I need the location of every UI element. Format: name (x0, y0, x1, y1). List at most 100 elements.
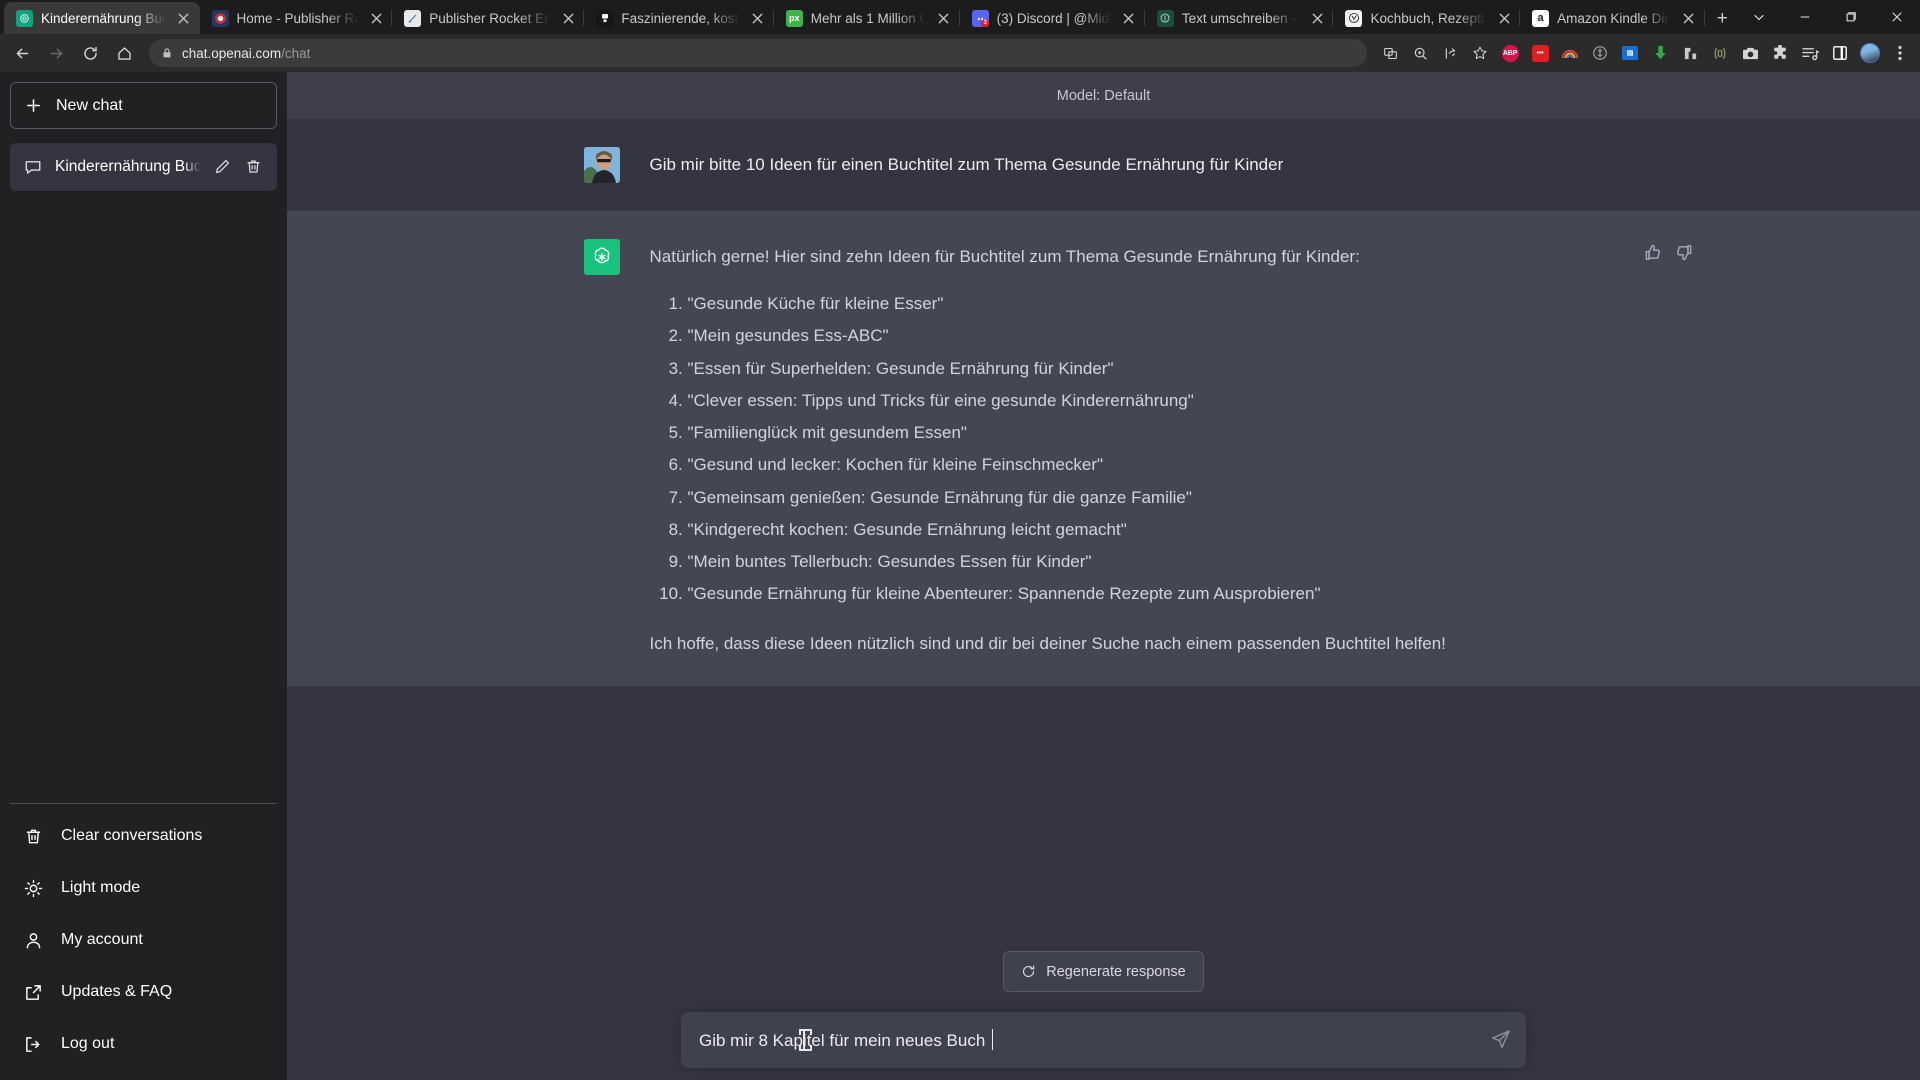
trash-icon[interactable] (245, 158, 263, 176)
chevron-down-icon[interactable] (1736, 0, 1782, 34)
share-icon[interactable] (1436, 39, 1464, 67)
thumbs-down-icon[interactable] (1674, 243, 1694, 263)
sidebar-item-label: Clear conversations (61, 827, 203, 844)
sidebar: New chat Kinderernährung Buchti (0, 72, 287, 1080)
trash-icon (24, 827, 43, 846)
bookmark-star-icon[interactable] (1466, 39, 1494, 67)
red-dots-extension[interactable]: ••• (1526, 39, 1554, 67)
browser-tab-8[interactable]: a Amazon Kindle Direct (1520, 2, 1705, 34)
browser-tab-1[interactable]: Home - Publisher Rock (200, 2, 393, 34)
maximize-icon[interactable] (1828, 0, 1874, 34)
new-tab-button[interactable]: + (1709, 4, 1736, 34)
chatgpt-logo-avatar (583, 239, 620, 275)
publisher-rocket-icon (211, 9, 229, 27)
close-icon[interactable] (1307, 8, 1327, 28)
collections-icon[interactable] (1796, 39, 1824, 67)
regenerate-response-button[interactable]: Regenerate response (1003, 951, 1204, 992)
compass-extension[interactable] (1586, 39, 1614, 67)
forward-icon[interactable] (40, 37, 72, 69)
tab-title: (3) Discord | @Midjou (996, 10, 1111, 26)
browser-tab-3[interactable]: Faszinierende, kostenl (584, 2, 775, 34)
sidebar-item-my-account[interactable]: My account (10, 914, 277, 966)
message-input-text[interactable]: Gib mir 8 Kapitel für mein neues Buch (699, 1029, 994, 1051)
close-window-icon[interactable] (1874, 0, 1920, 34)
rainbow-extension[interactable] (1556, 39, 1584, 67)
tab-title: Kinderernährung Buchti (41, 10, 166, 26)
assistant-message-body: Natürlich gerne! Hier sind zehn Ideen fü… (650, 239, 1624, 658)
browser-tab-6[interactable]: Text umschreiben - Be (1145, 2, 1334, 34)
input-value: Gib mir 8 Kapitel für mein neues Buch (699, 1031, 991, 1050)
list-item: "Essen für Superhelden: Gesunde Ernährun… (688, 354, 1624, 383)
close-icon[interactable] (1679, 8, 1699, 28)
adblock-plus-extension[interactable]: ABP (1496, 39, 1524, 67)
site-information-icon[interactable] (161, 47, 173, 59)
close-icon[interactable] (174, 8, 194, 28)
close-icon[interactable] (934, 8, 954, 28)
close-icon[interactable] (558, 8, 578, 28)
close-icon[interactable] (748, 8, 768, 28)
browser-tabstrip: Kinderernährung Buchti Home - Publisher … (0, 0, 1920, 34)
list-item: "Mein buntes Tellerbuch: Gesundes Essen … (688, 547, 1624, 576)
browser-tab-2[interactable]: Publisher Rocket Erfah (392, 2, 585, 34)
sidebar-item-updates-faq[interactable]: Updates & FAQ (10, 966, 277, 1018)
message-input-container[interactable]: Gib mir 8 Kapitel für mein neues Buch (681, 1012, 1526, 1068)
download-arrow-extension[interactable] (1646, 39, 1674, 67)
reload-icon[interactable] (74, 37, 106, 69)
browser-chrome: Kinderernährung Buchti Home - Publisher … (0, 0, 1920, 72)
window-controls (1736, 0, 1920, 34)
list-item: "Kindgerecht kochen: Gesunde Ernährung l… (688, 515, 1624, 544)
tab-title: Publisher Rocket Erfah (429, 10, 550, 26)
close-icon[interactable] (366, 8, 386, 28)
address-bar[interactable]: chat.openai.com/chat (149, 39, 1367, 67)
list-item: "Familienglück mit gesundem Essen" (688, 418, 1624, 447)
sidebar-item-log-out[interactable]: Log out (10, 1018, 277, 1070)
browser-tab-4[interactable]: px Mehr als 1 Million Gra (774, 2, 960, 34)
zoom-icon[interactable] (1406, 39, 1434, 67)
logout-icon (24, 1035, 43, 1054)
browser-menu-icon[interactable] (1886, 39, 1914, 67)
pixabay-icon (596, 9, 614, 27)
back-icon[interactable] (6, 37, 38, 69)
sidebar-item-clear-conversations[interactable]: Clear conversations (10, 810, 277, 862)
external-link-icon (24, 983, 43, 1002)
composer-zone: Regenerate response Gib mir 8 Kapitel fü… (287, 951, 1920, 1080)
user-message-text: Gib mir bitte 10 Ideen für einen Buchtit… (649, 155, 1284, 174)
url-domain: chat.openai.com (182, 45, 282, 61)
browser-tab-5[interactable]: 3 (3) Discord | @Midjou (960, 2, 1146, 34)
message-assistant: Natürlich gerne! Hier sind zehn Ideen fü… (287, 211, 1920, 686)
chat-bubble-icon (24, 158, 42, 176)
corner-tool-extension[interactable] (1676, 39, 1704, 67)
pencil-icon[interactable] (214, 158, 232, 176)
sidebar-item-light-mode[interactable]: Light mode (10, 862, 277, 914)
blue-panel-badge: ▤ (1622, 46, 1638, 60)
rewrite-icon (1156, 9, 1174, 27)
camera-extension[interactable] (1736, 39, 1764, 67)
blue-panel-extension[interactable]: ▤ (1616, 39, 1644, 67)
thumbs-up-icon[interactable] (1644, 243, 1664, 263)
sidebar-item-label: Updates & FAQ (61, 983, 173, 1000)
browser-tab-7[interactable]: Kochbuch, Rezeptbuc (1333, 2, 1520, 34)
paper-plane-icon[interactable] (1490, 1029, 1512, 1051)
close-icon[interactable] (1494, 8, 1514, 28)
puzzle-extensions-icon[interactable] (1766, 39, 1794, 67)
chatgpt-app: New chat Kinderernährung Buchti (0, 72, 1920, 1080)
px-icon: px (785, 9, 803, 27)
close-icon[interactable] (1119, 8, 1139, 28)
conversation-item-active[interactable]: Kinderernährung Buchti (10, 143, 277, 191)
home-icon[interactable] (108, 37, 140, 69)
sidebar-item-label: Light mode (61, 879, 141, 896)
tab-title: Kochbuch, Rezeptbuc (1370, 10, 1487, 26)
split-screen-icon[interactable] (1826, 39, 1854, 67)
new-chat-button[interactable]: New chat (10, 82, 277, 129)
user-profile-avatar[interactable] (1856, 39, 1884, 67)
minimize-icon[interactable] (1782, 0, 1828, 34)
bracket-extension[interactable] (1706, 39, 1734, 67)
browser-tab-0[interactable]: Kinderernährung Buchti (4, 2, 200, 34)
list-item: "Gesunde Ernährung für kleine Abenteurer… (688, 579, 1624, 608)
plus-icon (25, 97, 42, 114)
conversation-thread: Gib mir bitte 10 Ideen für einen Buchtit… (287, 119, 1920, 951)
person-icon (24, 931, 43, 950)
translate-icon[interactable] (1376, 39, 1404, 67)
list-item: "Gesund und lecker: Kochen für kleine Fe… (688, 450, 1624, 479)
